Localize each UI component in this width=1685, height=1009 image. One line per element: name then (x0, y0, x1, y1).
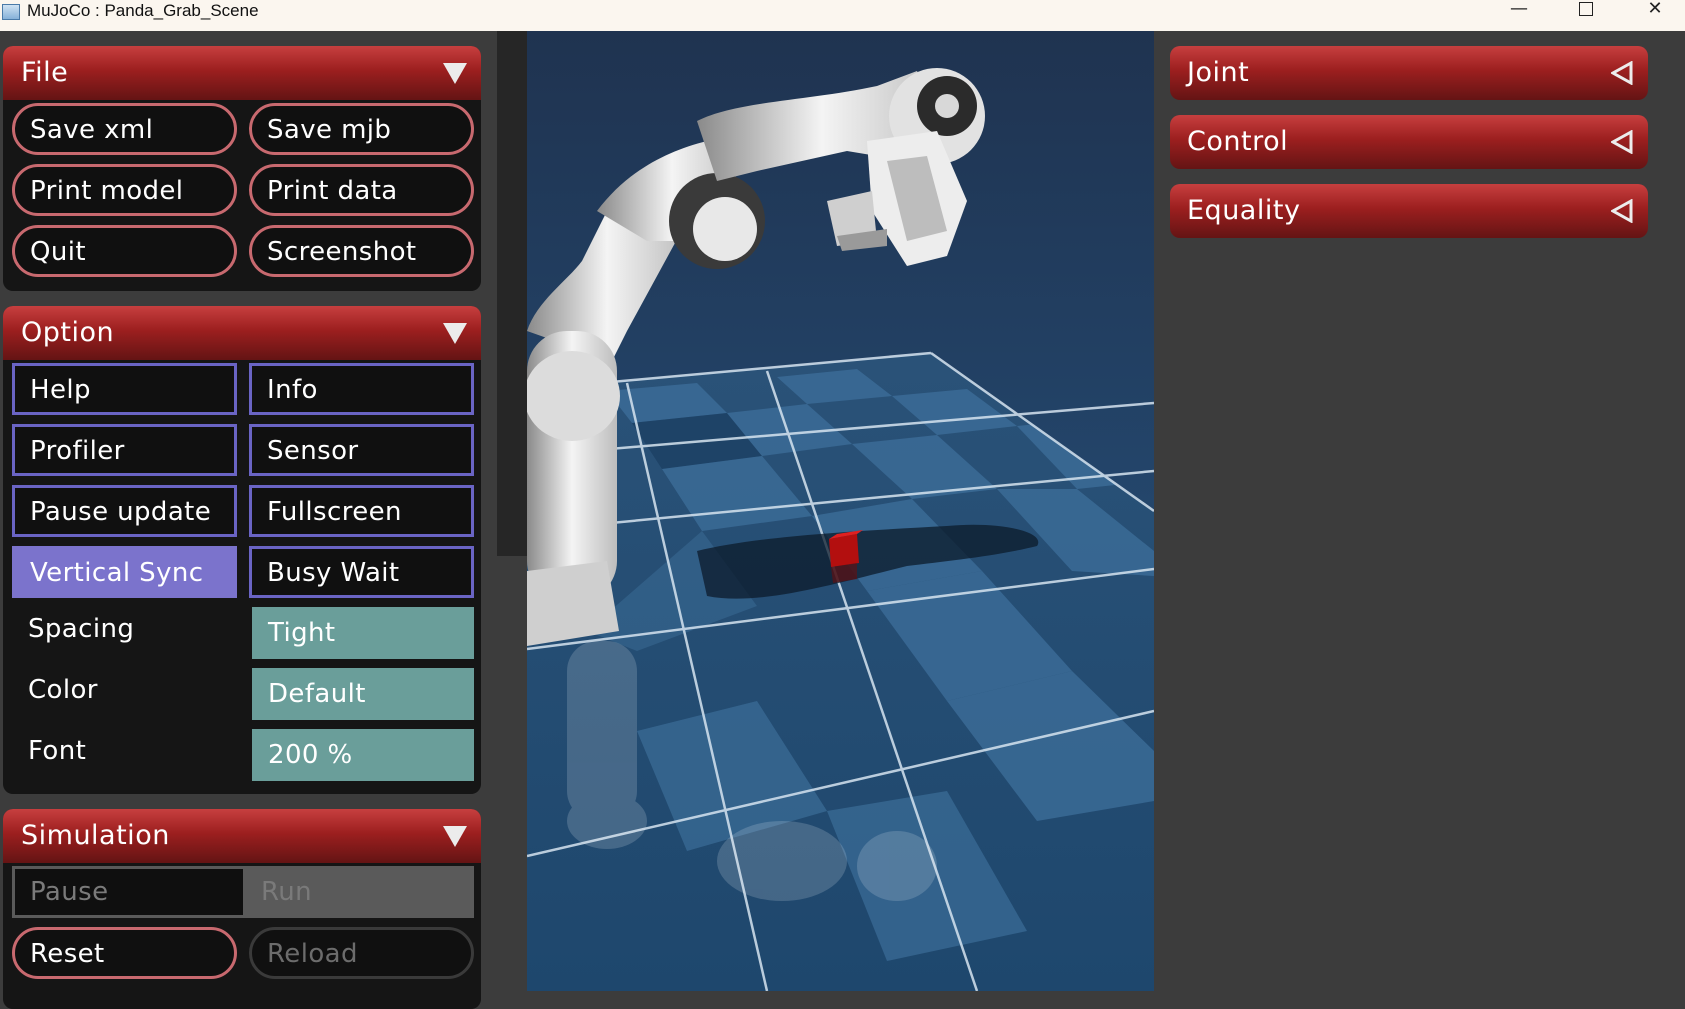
maximize-button[interactable] (1563, 0, 1609, 22)
run-pause-radio: Pause Run (12, 866, 474, 918)
maximize-icon (1579, 2, 1593, 16)
simulation-section-header[interactable]: Simulation (3, 809, 481, 863)
control-section-header[interactable]: Control (1170, 115, 1648, 169)
save-xml-button[interactable]: Save xml (12, 103, 237, 155)
close-button[interactable]: ✕ (1632, 0, 1678, 22)
profiler-toggle[interactable]: Profiler (12, 424, 237, 476)
spacing-label: Spacing (28, 614, 135, 644)
scene-render (527, 31, 1154, 991)
file-section-header[interactable]: File (3, 46, 481, 100)
control-section-title: Control (1187, 126, 1289, 157)
screenshot-button[interactable]: Screenshot (249, 225, 474, 277)
expand-triangle-icon (1611, 199, 1633, 223)
reload-button[interactable]: Reload (249, 927, 474, 979)
expand-triangle-icon (1611, 61, 1633, 85)
reset-button[interactable]: Reset (12, 927, 237, 979)
pause-update-toggle[interactable]: Pause update (12, 485, 237, 537)
option-section-header[interactable]: Option (3, 306, 481, 360)
joint-section-header[interactable]: Joint (1170, 46, 1648, 100)
left-panel: File Save xml Save mjb Print model Print… (0, 31, 489, 1009)
window-title: MuJoCo : Panda_Grab_Scene (27, 1, 259, 20)
vertical-sync-toggle[interactable]: Vertical Sync (12, 546, 237, 598)
pause-radio-option[interactable]: Pause (15, 869, 243, 915)
spacing-select[interactable]: Tight (252, 607, 474, 659)
minimize-button[interactable]: — (1496, 0, 1542, 22)
color-select[interactable]: Default (252, 668, 474, 720)
simulation-section-title: Simulation (21, 820, 170, 851)
font-select[interactable]: 200 % (252, 729, 474, 781)
help-toggle[interactable]: Help (12, 363, 237, 415)
print-model-button[interactable]: Print model (12, 164, 237, 216)
option-section: Option Help Info Profiler Sensor Pause u… (3, 306, 481, 794)
fullscreen-toggle[interactable]: Fullscreen (249, 485, 474, 537)
run-radio-option[interactable]: Run (246, 869, 474, 915)
close-icon: ✕ (1647, 0, 1663, 19)
minimize-icon: — (1510, 0, 1528, 19)
joint-section-title: Joint (1187, 57, 1250, 88)
equality-section-title: Equality (1187, 195, 1301, 226)
quit-button[interactable]: Quit (12, 225, 237, 277)
window-titlebar: MuJoCo : Panda_Grab_Scene — ✕ (0, 0, 1685, 31)
option-section-title: Option (21, 317, 115, 348)
simulation-section: Simulation Pause Run Reset Reload (3, 809, 481, 1009)
color-label: Color (28, 675, 98, 705)
collapse-triangle-icon (443, 63, 467, 84)
save-mjb-button[interactable]: Save mjb (249, 103, 474, 155)
sensor-toggle[interactable]: Sensor (249, 424, 474, 476)
expand-triangle-icon (1611, 130, 1633, 154)
collapse-triangle-icon (443, 826, 467, 847)
equality-section-header[interactable]: Equality (1170, 184, 1648, 238)
file-section: File Save xml Save mjb Print model Print… (3, 46, 481, 291)
font-label: Font (28, 736, 87, 766)
3d-viewport[interactable] (527, 31, 1154, 991)
print-data-button[interactable]: Print data (249, 164, 474, 216)
panel-scrollbar[interactable] (497, 31, 527, 556)
info-toggle[interactable]: Info (249, 363, 474, 415)
app-icon (2, 4, 20, 20)
file-section-title: File (21, 57, 69, 88)
mujoco-app: File Save xml Save mjb Print model Print… (0, 31, 1685, 1009)
collapse-triangle-icon (443, 323, 467, 344)
busy-wait-toggle[interactable]: Busy Wait (249, 546, 474, 598)
